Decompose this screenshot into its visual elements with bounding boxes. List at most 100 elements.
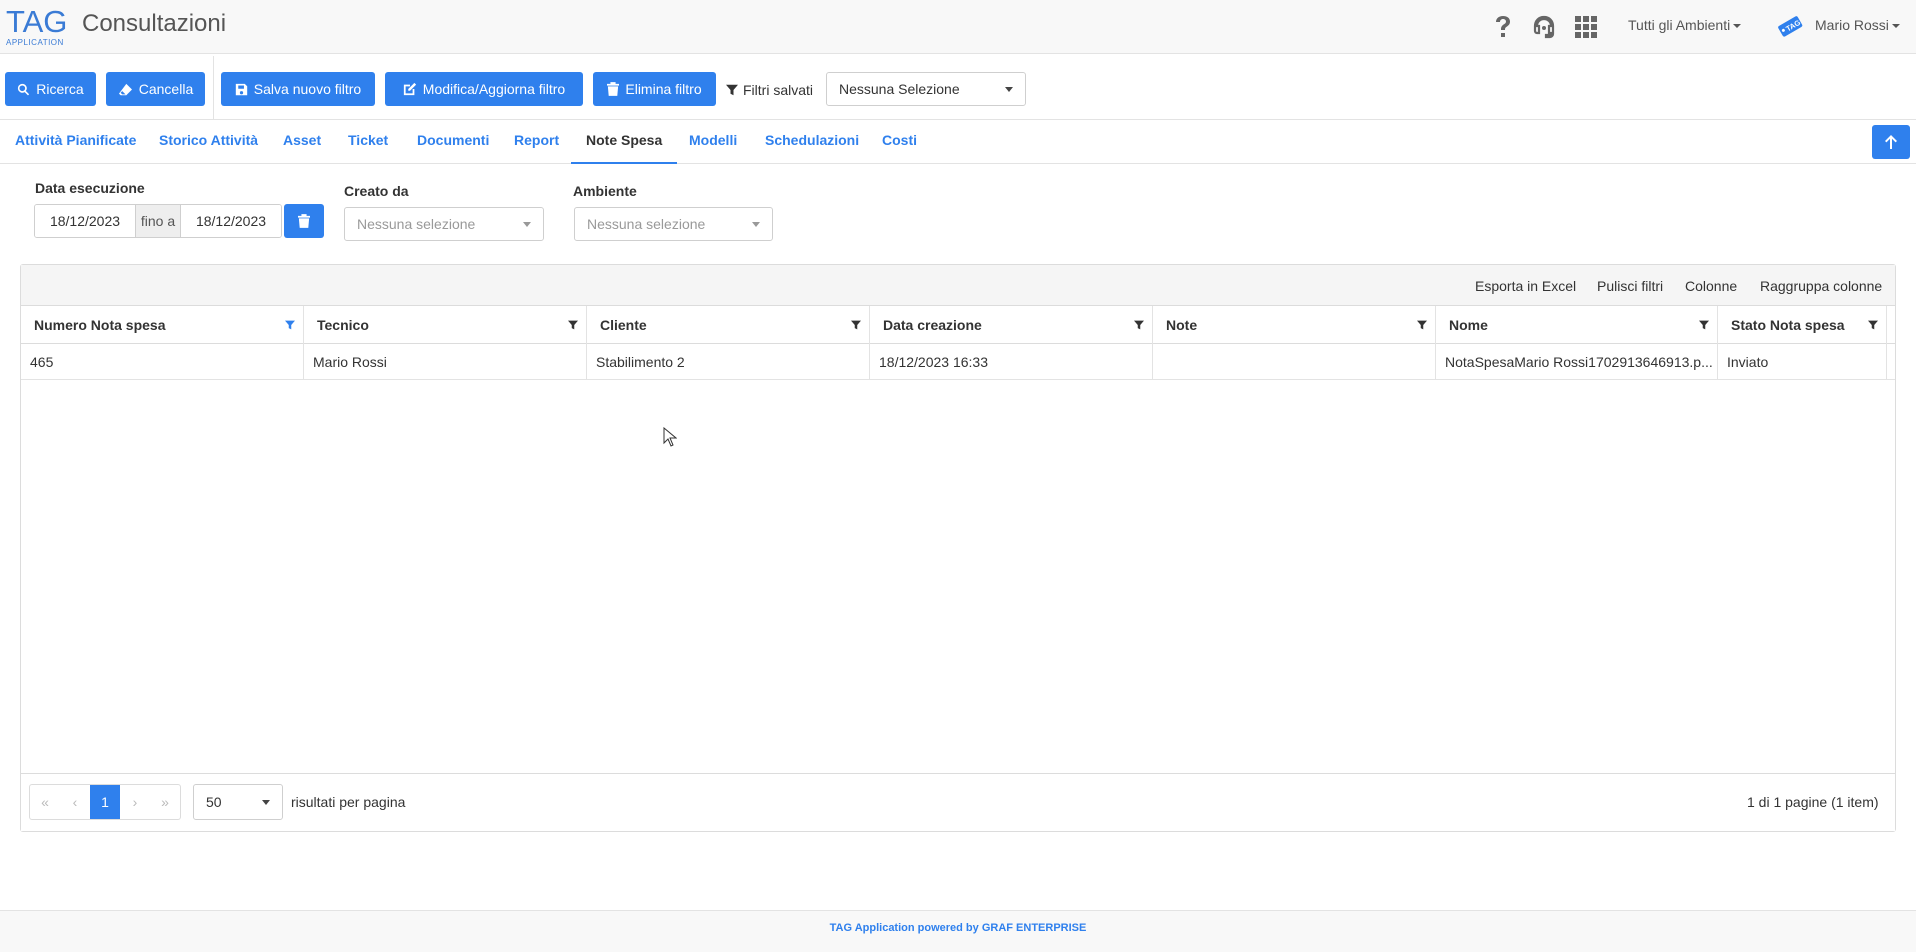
table-row[interactable]: 465 Mario Rossi Stabilimento 2 18/12/202… bbox=[21, 344, 1895, 380]
tab-costi[interactable]: Costi bbox=[867, 120, 932, 164]
cancella-button[interactable]: Cancella bbox=[106, 72, 205, 106]
chevron-down-icon bbox=[1005, 87, 1013, 92]
tab-asset[interactable]: Asset bbox=[268, 120, 336, 164]
prev-page-button[interactable]: ‹ bbox=[60, 785, 90, 819]
column-title: Stato Nota spesa bbox=[1731, 317, 1845, 333]
elimina-filtro-label: Elimina filtro bbox=[625, 81, 702, 97]
app-logo[interactable]: TAG APPLICATION bbox=[6, 6, 67, 50]
grid-header: Numero Nota spesa Tecnico Cliente Data c… bbox=[21, 306, 1895, 344]
cell-tecnico: Mario Rossi bbox=[304, 344, 587, 380]
columns-button[interactable]: Colonne bbox=[1685, 278, 1737, 294]
pager-buttons: « ‹ 1 › » bbox=[29, 784, 181, 820]
column-title: Nome bbox=[1449, 317, 1488, 333]
pager-summary: 1 di 1 pagine (1 item) bbox=[1747, 794, 1879, 810]
toolbar-divider bbox=[213, 56, 214, 120]
chevron-down-icon bbox=[262, 800, 270, 805]
edit-icon bbox=[403, 82, 416, 96]
save-icon bbox=[235, 83, 247, 95]
filter-icon bbox=[726, 84, 738, 96]
note-spesa-grid: Esporta in Excel Pulisci filtri Colonne … bbox=[20, 264, 1896, 832]
date-range-separator: fino a bbox=[135, 205, 181, 237]
chevron-down-icon bbox=[1733, 24, 1742, 29]
tab-schedulazioni[interactable]: Schedulazioni bbox=[750, 120, 874, 164]
filter-icon[interactable] bbox=[568, 320, 578, 330]
creato-da-value: Nessuna selezione bbox=[357, 216, 476, 232]
tab-documenti[interactable]: Documenti bbox=[402, 120, 504, 164]
tab-modelli[interactable]: Modelli bbox=[674, 120, 752, 164]
tab-report[interactable]: Report bbox=[499, 120, 574, 164]
user-avatar-tag-icon[interactable]: TAG bbox=[1776, 12, 1804, 40]
ambiente-label: Ambiente bbox=[573, 183, 637, 199]
user-menu[interactable]: Mario Rossi bbox=[1815, 17, 1900, 33]
cell-numero: 465 bbox=[21, 344, 304, 380]
filtri-salvati-value: Nessuna Selezione bbox=[839, 81, 960, 97]
filter-icon[interactable] bbox=[1417, 320, 1427, 330]
cell-nome: NotaSpesaMario Rossi1702913646913.p... bbox=[1436, 344, 1718, 380]
page-size-value: 50 bbox=[206, 794, 222, 810]
cell-data-creazione: 18/12/2023 16:33 bbox=[870, 344, 1153, 380]
tab-ticket[interactable]: Ticket bbox=[333, 120, 403, 164]
last-page-button[interactable]: » bbox=[150, 785, 180, 819]
creato-da-select[interactable]: Nessuna selezione bbox=[344, 207, 544, 241]
chevron-down-icon bbox=[523, 222, 531, 227]
ambienti-dropdown[interactable]: Tutti gli Ambienti bbox=[1628, 17, 1742, 33]
trash-icon bbox=[607, 82, 620, 96]
salva-filtro-button[interactable]: Salva nuovo filtro bbox=[221, 72, 375, 106]
chevron-down-icon bbox=[752, 222, 760, 227]
tab-attivita-pianificate[interactable]: Attività Pianificate bbox=[0, 120, 151, 164]
column-header-tecnico[interactable]: Tecnico bbox=[304, 306, 587, 344]
ambienti-label: Tutti gli Ambienti bbox=[1628, 17, 1731, 33]
eraser-icon bbox=[118, 83, 132, 95]
filtri-salvati-label: Filtri salvati bbox=[726, 82, 813, 98]
clear-filters-button[interactable]: Pulisci filtri bbox=[1597, 278, 1663, 294]
user-name: Mario Rossi bbox=[1815, 17, 1889, 33]
clear-date-button[interactable] bbox=[284, 204, 324, 238]
cancella-label: Cancella bbox=[138, 81, 194, 97]
column-header-data-creazione[interactable]: Data creazione bbox=[870, 306, 1153, 344]
page-size-select[interactable]: 50 bbox=[193, 784, 283, 820]
mouse-cursor-icon bbox=[663, 426, 678, 452]
page-number-button[interactable]: 1 bbox=[90, 785, 120, 819]
column-header-stato[interactable]: Stato Nota spesa bbox=[1718, 306, 1887, 344]
elimina-filtro-button[interactable]: Elimina filtro bbox=[593, 72, 716, 106]
first-page-button[interactable]: « bbox=[30, 785, 60, 819]
export-excel-button[interactable]: Esporta in Excel bbox=[1475, 278, 1576, 294]
grid-toolbar: Esporta in Excel Pulisci filtri Colonne … bbox=[21, 265, 1895, 306]
date-to-input[interactable]: 18/12/2023 bbox=[181, 205, 281, 237]
page-title: Consultazioni bbox=[82, 10, 227, 37]
filter-icon[interactable] bbox=[1868, 320, 1878, 330]
filter-icon[interactable] bbox=[285, 320, 295, 330]
date-from-input[interactable]: 18/12/2023 bbox=[35, 205, 135, 237]
column-title: Numero Nota spesa bbox=[34, 317, 166, 333]
trash-icon bbox=[298, 214, 310, 228]
ricerca-button[interactable]: Ricerca bbox=[5, 72, 96, 106]
column-header-numero[interactable]: Numero Nota spesa bbox=[21, 306, 304, 344]
column-header-note[interactable]: Note bbox=[1153, 306, 1436, 344]
filter-icon[interactable] bbox=[851, 320, 861, 330]
tab-note-spesa[interactable]: Note Spesa bbox=[571, 120, 678, 164]
per-page-label: risultati per pagina bbox=[291, 794, 406, 810]
ambiente-value: Nessuna selezione bbox=[587, 216, 706, 232]
chevron-down-icon bbox=[1891, 24, 1900, 29]
cell-cliente: Stabilimento 2 bbox=[587, 344, 870, 380]
modifica-filtro-button[interactable]: Modifica/Aggiorna filtro bbox=[385, 72, 583, 106]
column-title: Note bbox=[1166, 317, 1198, 333]
scroll-top-button[interactable] bbox=[1872, 125, 1910, 159]
apps-grid-icon[interactable] bbox=[1572, 13, 1600, 41]
salva-filtro-label: Salva nuovo filtro bbox=[253, 81, 362, 97]
filter-icon[interactable] bbox=[1699, 320, 1709, 330]
filtri-salvati-select[interactable]: Nessuna Selezione bbox=[826, 72, 1026, 106]
next-page-button[interactable]: › bbox=[120, 785, 150, 819]
column-header-cliente[interactable]: Cliente bbox=[587, 306, 870, 344]
arrow-up-icon bbox=[1885, 135, 1897, 149]
ambiente-select[interactable]: Nessuna selezione bbox=[574, 207, 773, 241]
help-icon[interactable] bbox=[1489, 13, 1517, 41]
filter-icon[interactable] bbox=[1134, 320, 1144, 330]
page-footer: TAG Application powered by GRAF ENTERPRI… bbox=[0, 910, 1916, 952]
support-headset-icon[interactable] bbox=[1530, 13, 1558, 41]
column-title: Cliente bbox=[600, 317, 647, 333]
tab-storico-attivita[interactable]: Storico Attività bbox=[144, 120, 273, 164]
filtri-salvati-text: Filtri salvati bbox=[743, 82, 814, 98]
group-columns-button[interactable]: Raggruppa colonne bbox=[1760, 278, 1882, 294]
column-header-nome[interactable]: Nome bbox=[1436, 306, 1718, 344]
